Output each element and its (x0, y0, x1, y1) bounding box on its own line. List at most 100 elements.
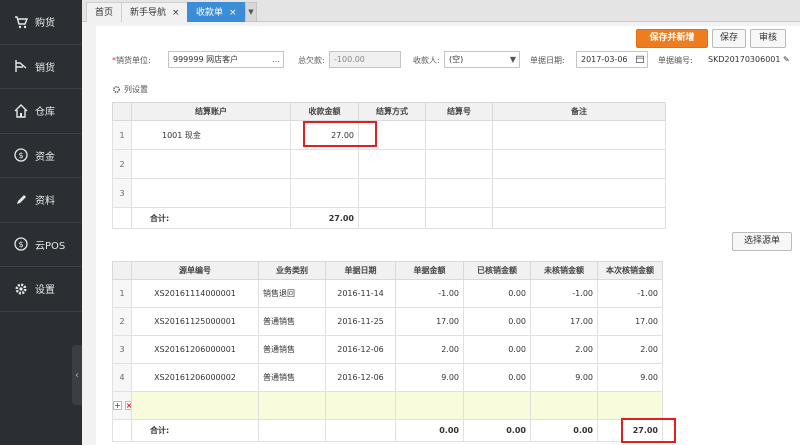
add-row-icon[interactable]: + (113, 401, 122, 410)
tab-receipt[interactable]: 收款单 × (187, 2, 246, 22)
empty-cell (325, 419, 396, 442)
number-cell[interactable] (425, 120, 493, 150)
empty-cell (358, 207, 426, 229)
sidebar-item-warehouse[interactable]: 仓库 (0, 89, 82, 134)
edit-icon[interactable]: ✎ (783, 55, 790, 64)
sidebar-item-cloud-pos[interactable]: $ 云POS (0, 223, 82, 267)
tab-guide[interactable]: 新手导航 × (121, 2, 189, 22)
current-cell[interactable]: 9.00 (597, 363, 663, 392)
verified-cell: 0.00 (463, 307, 531, 336)
column-header (112, 261, 132, 280)
column-header: 单据日期 (325, 261, 396, 280)
unit-input[interactable]: 999999 网店客户 … (168, 51, 284, 68)
row-index: 1 (112, 279, 132, 308)
column-settings-link[interactable]: 列设置 (112, 84, 148, 95)
column-header: 结算账户 (131, 102, 291, 121)
date-input[interactable]: 2017-03-06 (576, 51, 648, 68)
table-row[interactable]: 4 XS20161206000002 普通销售 2016-12-06 9.00 … (112, 363, 663, 392)
note-cell[interactable] (492, 178, 666, 208)
column-header: 本次核销金额 (597, 261, 663, 280)
column-header (112, 102, 132, 121)
sidebar-item-sales[interactable]: 销货 (0, 45, 82, 89)
calendar-icon[interactable] (636, 52, 644, 67)
arrears-label: 总欠款: (298, 56, 325, 65)
unverified-cell: 17.00 (530, 307, 598, 336)
current-cell[interactable]: 17.00 (597, 307, 663, 336)
total-amount: 27.00 (290, 207, 359, 229)
date-cell: 2016-12-06 (325, 335, 396, 364)
sidebar-collapse-handle[interactable]: ‹ (72, 345, 82, 405)
docno-label: 单据编号: (658, 56, 693, 65)
source-bill-table: 源单编号 业务类别 单据日期 单据金额 已核销金额 未核销金额 本次核销金额 1… (112, 261, 663, 442)
source-no-cell: XS20161114000001 (131, 279, 259, 308)
close-icon[interactable]: × (229, 8, 237, 18)
empty-cell[interactable] (325, 391, 396, 420)
empty-cell[interactable] (530, 391, 598, 420)
method-cell[interactable] (358, 149, 426, 179)
date-cell: 2016-11-25 (325, 307, 396, 336)
table-row[interactable]: 3 (112, 178, 666, 208)
tab-more-button[interactable]: ▼ (245, 2, 257, 22)
sidebar-item-label: 资金 (35, 151, 55, 163)
sales-icon (14, 59, 28, 73)
tab-label: 首页 (95, 8, 114, 18)
table-row[interactable]: 2 (112, 149, 666, 179)
total-label: 合计: (131, 419, 259, 442)
method-cell[interactable] (358, 178, 426, 208)
account-cell[interactable] (131, 178, 291, 208)
sidebar: 购货 销货 仓库 $ 资金 资料 $ 云POS 设置 ‹ (0, 0, 82, 445)
empty-cell[interactable] (395, 391, 464, 420)
current-cell[interactable]: -1.00 (597, 279, 663, 308)
empty-cell[interactable] (463, 391, 531, 420)
audit-button[interactable]: 审核 (750, 29, 786, 48)
save-and-new-button[interactable]: 保存并新增 (636, 29, 708, 48)
table-row[interactable]: 1 1001 现金 27.00 (112, 120, 666, 150)
total-amount: 0.00 (395, 419, 464, 442)
column-header: 已核销金额 (463, 261, 531, 280)
total-label: 合计: (131, 207, 291, 229)
more-icon[interactable]: … (272, 52, 280, 67)
new-row[interactable]: + × (112, 391, 663, 420)
payee-select[interactable]: (空) ▼ (444, 51, 520, 68)
column-settings-label: 列设置 (124, 85, 148, 94)
select-source-button[interactable]: 选择源单 (732, 232, 792, 251)
total-row: 合计: 0.00 0.00 0.00 27.00 (112, 419, 663, 442)
account-cell[interactable] (131, 149, 291, 179)
table-row[interactable]: 1 XS20161114000001 销售退回 2016-11-14 -1.00… (112, 279, 663, 308)
amount-cell[interactable] (290, 149, 359, 179)
empty-cell[interactable] (131, 391, 259, 420)
note-cell[interactable] (492, 120, 666, 150)
empty-cell[interactable] (597, 391, 663, 420)
date-label: 单据日期: (530, 56, 565, 65)
highlight-box (621, 418, 676, 443)
account-cell[interactable]: 1001 现金 (131, 120, 291, 150)
column-header: 单据金额 (395, 261, 464, 280)
row-index: 2 (112, 149, 132, 179)
payee-label: 收款人: (413, 56, 440, 65)
sidebar-item-funds[interactable]: $ 资金 (0, 134, 82, 178)
note-cell[interactable] (492, 149, 666, 179)
empty-cell (492, 207, 666, 229)
table-row[interactable]: 2 XS20161125000001 普通销售 2016-11-25 17.00… (112, 307, 663, 336)
amount-cell: 17.00 (395, 307, 464, 336)
total-row: 合计: 27.00 (112, 207, 666, 229)
svg-text:$: $ (18, 151, 23, 160)
row-index (112, 207, 132, 229)
sidebar-item-purchase[interactable]: 购货 (0, 0, 82, 45)
number-cell[interactable] (425, 149, 493, 179)
sidebar-item-settings[interactable]: 设置 (0, 267, 82, 312)
row-index: 3 (112, 178, 132, 208)
amount-cell[interactable] (290, 178, 359, 208)
table-row[interactable]: 3 XS20161206000001 普通销售 2016-12-06 2.00 … (112, 335, 663, 364)
empty-cell[interactable] (258, 391, 326, 420)
warehouse-icon (14, 103, 28, 118)
close-icon[interactable]: × (172, 8, 180, 18)
save-button[interactable]: 保存 (712, 29, 746, 48)
sidebar-item-data[interactable]: 资料 (0, 178, 82, 223)
tab-home[interactable]: 首页 (86, 2, 123, 22)
number-cell[interactable] (425, 178, 493, 208)
current-cell[interactable]: 2.00 (597, 335, 663, 364)
tab-label: 新手导航 (130, 8, 167, 18)
column-header: 未核销金额 (530, 261, 598, 280)
remove-row-icon[interactable]: × (124, 401, 131, 410)
